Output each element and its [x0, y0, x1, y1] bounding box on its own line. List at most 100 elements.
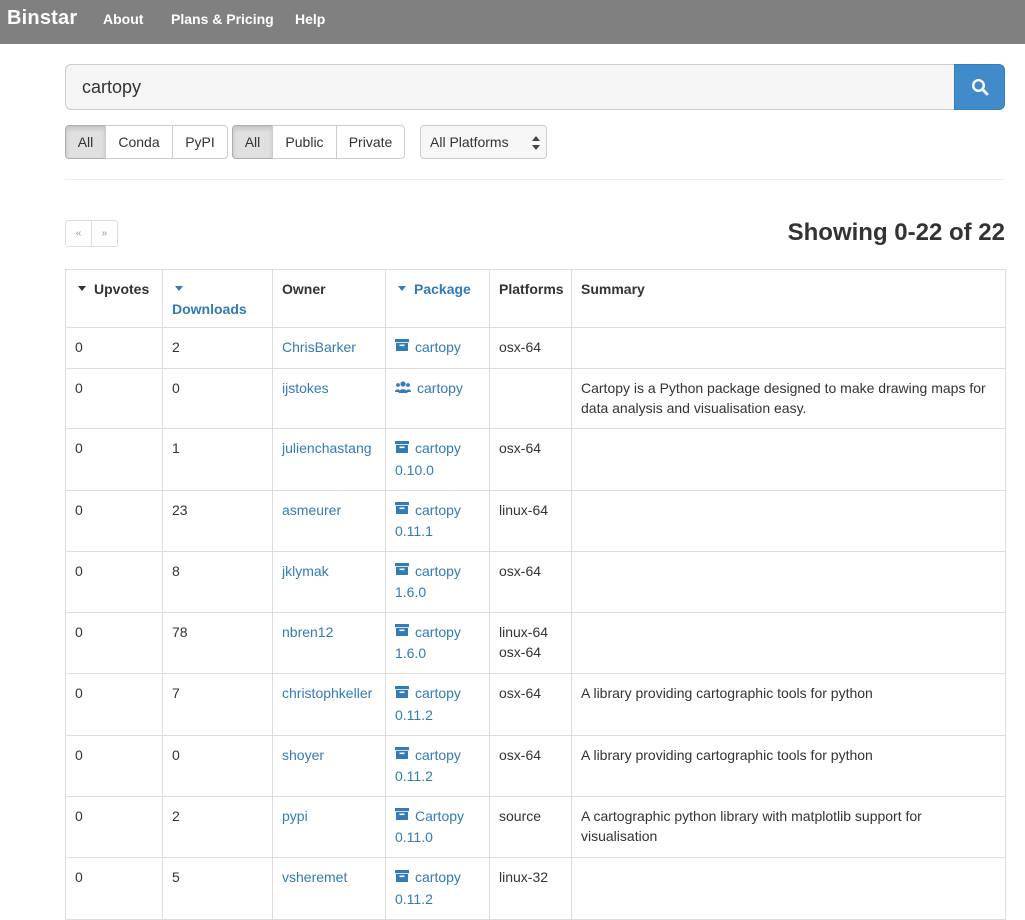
filter-access-public[interactable]: Public: [272, 125, 337, 159]
package-name: cartopy: [415, 339, 461, 355]
filter-type-all[interactable]: All: [65, 125, 106, 159]
package-version: 1.6.0: [395, 584, 427, 601]
cell-downloads: 1: [162, 428, 273, 491]
platform-label: osx-64: [499, 746, 542, 763]
owner-link[interactable]: christophkeller: [282, 685, 372, 701]
cell-upvotes: 0: [65, 428, 163, 491]
nav-link-help[interactable]: Help: [295, 11, 325, 27]
cell-downloads: 0: [162, 368, 273, 430]
package-name: cartopy: [415, 746, 461, 763]
header-upvotes-label: Upvotes: [94, 281, 150, 297]
package-name: cartopy: [417, 380, 463, 397]
cell-summary: [571, 857, 1006, 920]
pager-next-button[interactable]: »: [91, 220, 118, 247]
package-name: Cartopy: [415, 808, 465, 825]
platform-label: osx-64: [499, 644, 542, 661]
owner-link[interactable]: shoyer: [282, 747, 324, 763]
cell-upvotes: 0: [65, 673, 163, 736]
package-link[interactable]: cartopy: [395, 380, 463, 396]
cell-summary: A library providing cartographic tools f…: [571, 673, 1006, 736]
package-link[interactable]: cartopy 1.6.0: [395, 624, 481, 663]
cell-package: cartopy: [385, 368, 490, 430]
owner-link[interactable]: asmeurer: [282, 502, 341, 518]
cell-package: cartopy: [385, 326, 490, 370]
access-filter: All Public Private: [232, 125, 405, 159]
owner-link[interactable]: ijstokes: [282, 380, 329, 396]
owner-link[interactable]: nbren12: [282, 624, 333, 640]
platform-label: osx-64: [499, 440, 542, 457]
table-row: 0 5 vsheremet cartopy 0.11.2 linux-32: [65, 857, 1006, 920]
package-link[interactable]: cartopy 0.11.2: [395, 685, 481, 724]
cell-upvotes: 0: [65, 612, 163, 675]
package-name: cartopy: [415, 440, 461, 457]
package-icon: [395, 560, 409, 580]
filter-type-conda[interactable]: Conda: [105, 125, 173, 159]
pager-prev-button[interactable]: «: [65, 220, 92, 247]
filter-access-private[interactable]: Private: [336, 125, 405, 159]
group-icon: [395, 378, 411, 398]
table-body: 0 2 ChrisBarker cartopy osx-64 0 0 ijstokes cart…: [65, 326, 1006, 920]
package-link[interactable]: cartopy 0.11.1: [395, 502, 481, 541]
package-link[interactable]: cartopy 1.6.0: [395, 563, 481, 602]
nav-link-plans-pricing[interactable]: Plans & Pricing: [171, 11, 274, 27]
package-version: 1.6.0: [395, 645, 427, 662]
package-version: 0.11.2: [395, 706, 433, 723]
header-downloads[interactable]: Downloads: [162, 269, 273, 328]
platform-label: source: [499, 808, 542, 825]
cell-platforms: osx-64: [489, 428, 572, 491]
cell-package: cartopy 0.11.1: [385, 489, 490, 552]
package-link[interactable]: cartopy 0.10.0: [395, 440, 481, 479]
cell-upvotes: 0: [65, 326, 163, 370]
table-header-row: Upvotes Downloads Owner Package Platform…: [65, 269, 1006, 328]
cell-owner: vsheremet: [272, 857, 386, 920]
table-row: 0 0 shoyer cartopy 0.11.2 osx-64 A library pro…: [65, 734, 1006, 798]
cell-downloads: 23: [162, 489, 273, 552]
cell-upvotes: 0: [65, 489, 163, 552]
package-version: 0.11.2: [395, 768, 433, 785]
cell-downloads: 7: [162, 673, 273, 736]
owner-link[interactable]: jklymak: [282, 563, 329, 579]
filter-access-all[interactable]: All: [232, 125, 273, 159]
navbar: Binstar About Plans & Pricing Help: [0, 0, 1025, 44]
cell-downloads: 5: [162, 857, 273, 920]
results-count: Showing 0-22 of 22: [787, 219, 1005, 246]
package-icon: [395, 499, 409, 519]
platform-label: osx-64: [499, 339, 542, 355]
package-link[interactable]: cartopy 0.11.2: [395, 747, 481, 786]
header-upvotes[interactable]: Upvotes: [65, 269, 163, 328]
cell-package: cartopy 1.6.0: [385, 550, 490, 614]
cell-owner: nbren12: [272, 612, 386, 675]
package-icon: [395, 805, 409, 825]
owner-link[interactable]: vsheremet: [282, 869, 347, 885]
cell-owner: jklymak: [272, 550, 386, 614]
header-package[interactable]: Package: [385, 269, 490, 328]
search-button[interactable]: [954, 64, 1005, 110]
caret-down-icon: [398, 285, 406, 291]
cell-downloads: 0: [162, 734, 273, 798]
platform-select-value: All Platforms: [430, 134, 509, 150]
package-icon: [395, 867, 409, 887]
owner-link[interactable]: julienchastang: [282, 440, 372, 456]
table-row: 0 0 ijstokes cartopy Cartopy is a Python pac…: [65, 368, 1006, 430]
cell-summary: [571, 489, 1006, 552]
cell-platforms: linux-64 osx-64: [489, 612, 572, 675]
owner-link[interactable]: pypi: [282, 808, 308, 824]
owner-link[interactable]: ChrisBarker: [282, 339, 356, 355]
brand-logo[interactable]: Binstar: [7, 7, 77, 30]
search-input[interactable]: [65, 64, 955, 110]
package-icon: [395, 336, 409, 356]
package-name: cartopy: [415, 562, 461, 579]
header-downloads-label: Downloads: [172, 301, 247, 317]
package-version: 0.11.0: [395, 829, 433, 846]
cell-platforms: osx-64: [489, 326, 572, 370]
package-icon: [395, 621, 409, 641]
platform-select[interactable]: All Platforms: [420, 125, 547, 159]
nav-link-about[interactable]: About: [103, 11, 143, 27]
filter-type-pypi[interactable]: PyPI: [172, 125, 228, 159]
package-link[interactable]: Cartopy 0.11.0: [395, 808, 481, 847]
cell-upvotes: 0: [65, 857, 163, 920]
package-link[interactable]: cartopy 0.11.2: [395, 869, 481, 908]
package-link[interactable]: cartopy: [395, 339, 461, 355]
table-row: 0 2 ChrisBarker cartopy osx-64: [65, 326, 1006, 370]
cell-package: cartopy 0.11.2: [385, 734, 490, 798]
